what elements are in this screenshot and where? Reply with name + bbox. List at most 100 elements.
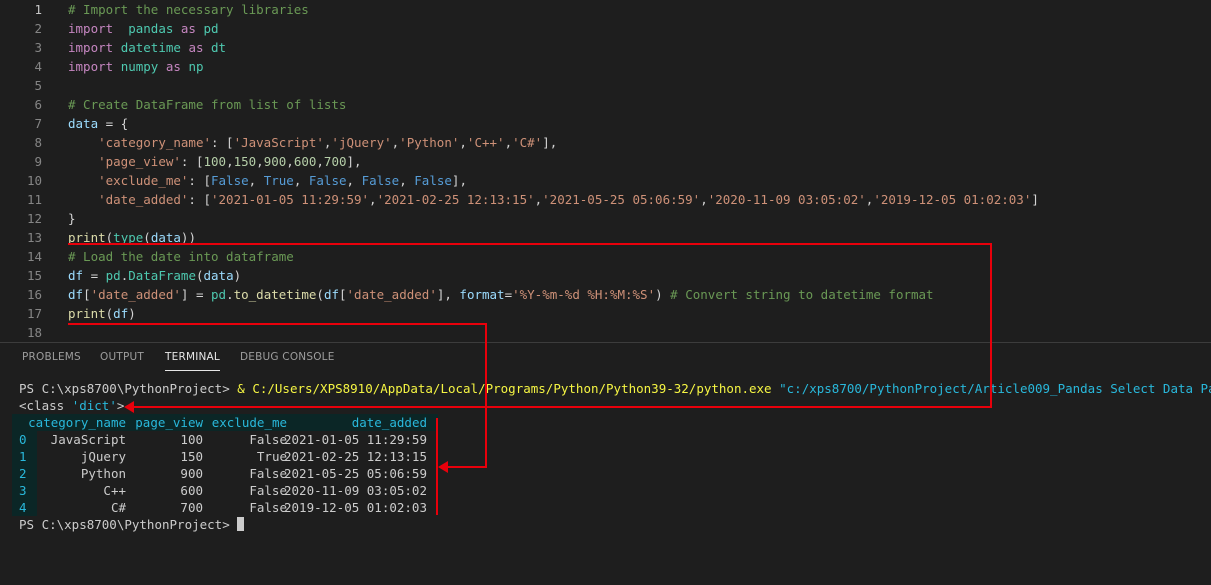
dataframe-cell: 600 xyxy=(180,483,203,498)
line-number: 17 xyxy=(26,306,42,321)
dataframe-cell: 150 xyxy=(180,449,203,464)
code-line[interactable]: 3 import datetime as dt xyxy=(0,38,1211,57)
call-operator: & xyxy=(237,381,253,396)
tab-debug-console[interactable]: DEBUG CONSOLE xyxy=(240,343,335,371)
code-text: # Import the necessary libraries xyxy=(68,2,309,17)
dataframe-header-cell: date_added xyxy=(351,415,427,430)
code-line[interactable]: 4 import numpy as np xyxy=(0,57,1211,76)
dataframe-cell: C++ xyxy=(103,483,126,498)
code-line[interactable]: 10 'exclude_me': [False, True, False, Fa… xyxy=(0,171,1211,190)
annotation-line-print-df xyxy=(68,323,487,325)
dataframe-cell: 2021-05-25 05:06:59 xyxy=(284,466,427,481)
dataframe-cell: 2019-12-05 01:02:03 xyxy=(284,500,427,515)
code-line[interactable]: 7 data = { xyxy=(0,114,1211,133)
dataframe-cell: False xyxy=(249,483,287,498)
line-number: 14 xyxy=(26,249,42,264)
code-line[interactable]: 2 import pandas as pd xyxy=(0,19,1211,38)
line-number: 16 xyxy=(26,287,42,302)
line-number: 11 xyxy=(26,192,42,207)
code-editor[interactable]: 1 # Import the necessary libraries 2 import… xyxy=(0,0,1211,342)
line-number: 15 xyxy=(26,268,42,283)
dataframe-cell: 100 xyxy=(180,432,203,447)
line-number: 8 xyxy=(34,135,42,150)
dataframe-index-cell: 2 xyxy=(19,466,27,481)
line-number: 7 xyxy=(34,116,42,131)
code-text: 'page_view': [100,150,900,600,700], xyxy=(98,154,362,169)
code-line[interactable]: 12} xyxy=(0,209,1211,228)
tab-problems[interactable]: PROBLEMS xyxy=(22,343,81,371)
code-text: df['date_added'] = pd.to_datetime(df['da… xyxy=(68,287,934,302)
terminal-final-prompt-line: PS C:\xps8700\PythonProject> xyxy=(19,516,245,533)
annotation-arrow-class xyxy=(124,401,134,413)
code-text: 'exclude_me': [False, True, False, False… xyxy=(98,173,467,188)
code-line[interactable]: 14 # Load the date into dataframe xyxy=(0,247,1211,266)
code-line[interactable]: 6 # Create DataFrame from list of lists xyxy=(0,95,1211,114)
code-line[interactable]: 16 df['date_added'] = pd.to_datetime(df['… xyxy=(0,285,1211,304)
dataframe-cell: False xyxy=(249,500,287,515)
terminal-panel[interactable]: PS C:\xps8700\PythonProject> & C:/Users/… xyxy=(0,372,1211,585)
class-prefix: <class xyxy=(19,398,72,413)
dataframe-cell: False xyxy=(249,466,287,481)
type-output-line: <class 'dict'> xyxy=(19,397,124,414)
dataframe-index-cell: 0 xyxy=(19,432,27,447)
code-text: import pandas as pd xyxy=(68,21,219,36)
annotation-line-top xyxy=(68,243,992,245)
dataframe-cell: jQuery xyxy=(80,449,126,464)
dataframe-cell: 700 xyxy=(180,500,203,515)
tab-terminal[interactable]: TERMINAL xyxy=(165,343,220,371)
terminal-command-line: PS C:\xps8700\PythonProject> & C:/Users/… xyxy=(19,380,1211,397)
dataframe-cell: Python xyxy=(80,466,126,481)
line-number: 12 xyxy=(26,211,42,226)
code-line[interactable]: 1 # Import the necessary libraries xyxy=(0,0,1211,19)
code-line[interactable]: 8 'category_name': ['JavaScript','jQuery… xyxy=(0,133,1211,152)
annotation-arrow-dataframe xyxy=(438,461,448,473)
code-text: # Create DataFrame from list of lists xyxy=(68,97,347,112)
line-number: 9 xyxy=(34,154,42,169)
code-text: } xyxy=(68,211,76,226)
dataframe-cell: 2021-02-25 12:13:15 xyxy=(284,449,427,464)
code-text: 'date_added': ['2021-01-05 11:29:59','20… xyxy=(98,192,1039,207)
terminal-prompt: PS C:\xps8700\PythonProject> xyxy=(19,381,238,396)
dataframe-cell: 2021-01-05 11:29:59 xyxy=(284,432,427,447)
annotation-line-bottom xyxy=(132,406,992,408)
dataframe-cell: True xyxy=(256,449,287,464)
dataframe-header-cell: page_view xyxy=(135,415,203,430)
dataframe-header-cell: category_name xyxy=(28,415,126,430)
line-number: 2 xyxy=(34,21,42,36)
code-line[interactable]: 5 xyxy=(0,76,1211,95)
code-text: import datetime as dt xyxy=(68,40,227,55)
tab-output[interactable]: OUTPUT xyxy=(100,343,144,371)
code-text: 'category_name': ['JavaScript','jQuery',… xyxy=(98,135,558,150)
code-text: data = { xyxy=(68,116,129,131)
line-number: 3 xyxy=(34,40,42,55)
dataframe-cell: C# xyxy=(110,500,126,515)
terminal-cursor xyxy=(237,517,245,531)
annotation-bracket-dataframe xyxy=(436,418,438,515)
python-exe-path: C:/Users/XPS8910/AppData/Local/Programs/… xyxy=(252,381,772,396)
code-text: # Load the date into dataframe xyxy=(68,249,294,264)
code-line[interactable]: 15 df = pd.DataFrame(data) xyxy=(0,266,1211,285)
line-number: 6 xyxy=(34,97,42,112)
code-line[interactable]: 18 xyxy=(0,323,1211,342)
class-name: 'dict' xyxy=(71,398,117,413)
panel-tab-bar: PROBLEMS OUTPUT TERMINAL DEBUG CONSOLE xyxy=(0,342,1211,371)
terminal-prompt: PS C:\xps8700\PythonProject> xyxy=(19,517,238,532)
dataframe-cell: 900 xyxy=(180,466,203,481)
dataframe-index-cell: 4 xyxy=(19,500,27,515)
dataframe-cell: JavaScript xyxy=(50,432,126,447)
code-line[interactable]: 11 'date_added': ['2021-01-05 11:29:59',… xyxy=(0,190,1211,209)
line-number: 1 xyxy=(34,2,42,17)
annotation-line-print-df-left xyxy=(446,466,487,468)
code-text: df = pd.DataFrame(data) xyxy=(68,268,242,283)
code-text: import numpy as np xyxy=(68,59,204,74)
line-number: 13 xyxy=(26,230,42,245)
code-text: print(df) xyxy=(68,306,136,321)
line-number: 4 xyxy=(34,59,42,74)
annotation-line-right xyxy=(990,243,992,408)
annotation-line-print-df-down xyxy=(485,323,487,468)
line-number: 10 xyxy=(26,173,42,188)
dataframe-cell: 2020-11-09 03:05:02 xyxy=(284,483,427,498)
code-line[interactable]: 17 print(df) xyxy=(0,304,1211,323)
code-line[interactable]: 9 'page_view': [100,150,900,600,700], xyxy=(0,152,1211,171)
dataframe-index-cell: 3 xyxy=(19,483,27,498)
